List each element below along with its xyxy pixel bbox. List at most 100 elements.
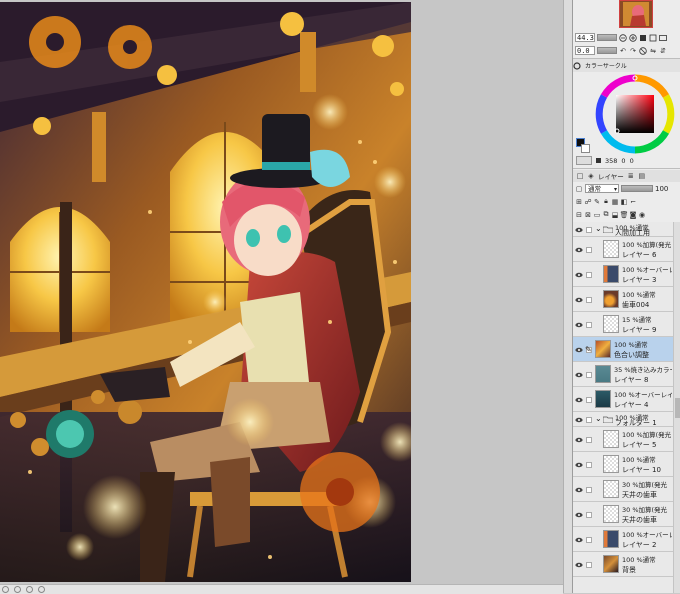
layer-mask-add-icon[interactable]: ◙ bbox=[629, 211, 637, 219]
color-wheel[interactable] bbox=[591, 74, 679, 154]
color-swatches[interactable] bbox=[576, 138, 590, 158]
ruler-icon[interactable]: ⌐ bbox=[629, 198, 637, 206]
layer-row[interactable]: ✎ 100 %通常 色合い調整 bbox=[573, 337, 673, 362]
layer-row[interactable]: 30 %加算(発光 天井の歯車 bbox=[573, 477, 673, 502]
layer-list-scroll-thumb[interactable] bbox=[675, 398, 680, 418]
layer-lock-toggle[interactable] bbox=[586, 486, 592, 493]
opacity-value[interactable]: 100 bbox=[655, 185, 668, 193]
visibility-eye-icon[interactable] bbox=[575, 227, 583, 233]
visibility-eye-icon[interactable] bbox=[575, 462, 583, 468]
layer-row[interactable]: 100 %オーバーレ レイヤー 3 bbox=[573, 262, 673, 287]
layer-lock-toggle[interactable] bbox=[586, 511, 592, 518]
layer-lock-toggle[interactable] bbox=[586, 416, 592, 423]
layer-row[interactable]: 100 %加算(発光 レイヤー 5 bbox=[573, 427, 673, 452]
clip-icon[interactable]: ⊞ bbox=[575, 198, 583, 206]
new-vector-layer-icon[interactable]: ⊠ bbox=[584, 211, 592, 219]
layer-lock-toggle[interactable] bbox=[586, 246, 592, 253]
visibility-eye-icon[interactable] bbox=[575, 347, 583, 353]
layer-property-tab-icon[interactable]: □ bbox=[576, 172, 584, 180]
rotate-cw-icon[interactable]: ↷ bbox=[629, 47, 637, 55]
sub-color-swatch[interactable] bbox=[581, 144, 590, 153]
color-circle-tab-label[interactable]: カラーサークル bbox=[585, 61, 627, 70]
color-panel-header[interactable]: カラーサークル bbox=[573, 59, 680, 72]
new-raster-layer-icon[interactable]: ⊟ bbox=[575, 211, 583, 219]
navigator-thumbnail[interactable] bbox=[619, 0, 653, 28]
flip-horizontal-icon[interactable]: ⇋ bbox=[649, 47, 657, 55]
layer-row[interactable]: 30 %加算(発光 天井の歯車 bbox=[573, 502, 673, 527]
mask-icon[interactable]: ◧ bbox=[620, 198, 628, 206]
layer-lock-toggle[interactable] bbox=[586, 536, 592, 543]
folder-expand-icon[interactable]: ⌄ bbox=[595, 224, 602, 233]
visibility-eye-icon[interactable] bbox=[575, 397, 583, 403]
reference-icon[interactable]: ☍ bbox=[584, 198, 592, 206]
layer-row[interactable]: 100 %通常 歯車004 bbox=[573, 287, 673, 312]
zoom-in-icon[interactable] bbox=[629, 33, 637, 42]
layer-lock-toggle[interactable] bbox=[586, 461, 592, 468]
layer-search-tab-icon[interactable]: ≣ bbox=[627, 172, 635, 180]
layer-row[interactable]: 100 %オーバーレイ レイヤー 4 bbox=[573, 387, 673, 412]
actual-size-icon[interactable] bbox=[639, 34, 647, 42]
delete-layer-icon[interactable]: 🗑︎ bbox=[620, 211, 629, 219]
layer-lock-toggle[interactable] bbox=[586, 296, 592, 303]
reset-rotation-icon[interactable] bbox=[639, 46, 647, 55]
reset-view-icon[interactable] bbox=[14, 586, 21, 593]
layer-tab-icon[interactable]: ◈ bbox=[587, 172, 595, 180]
zoom-out-icon[interactable] bbox=[619, 33, 627, 42]
folder-expand-icon[interactable]: ⌄ bbox=[595, 414, 602, 423]
layer-row[interactable]: 35 %焼き込みカラー レイヤー 8 bbox=[573, 362, 673, 387]
visibility-eye-icon[interactable] bbox=[575, 437, 583, 443]
rotate-slider[interactable] bbox=[597, 47, 617, 54]
merge-down-icon[interactable]: ⬓ bbox=[611, 211, 619, 219]
visibility-eye-icon[interactable] bbox=[575, 247, 583, 253]
rotate-right-icon[interactable] bbox=[26, 586, 33, 593]
blend-mode-select[interactable]: 通常 ▾ bbox=[585, 184, 619, 193]
fit-screen-icon[interactable] bbox=[659, 34, 667, 42]
apply-mask-icon[interactable]: ◉ bbox=[638, 211, 646, 219]
vertical-scrollbar[interactable] bbox=[563, 0, 572, 593]
zoom-slider[interactable] bbox=[597, 34, 617, 41]
visibility-eye-icon[interactable] bbox=[575, 562, 583, 568]
flip-vertical-icon[interactable]: ⇵ bbox=[659, 47, 667, 55]
artwork-canvas[interactable] bbox=[0, 2, 411, 582]
layer-list-scrollbar[interactable] bbox=[673, 222, 680, 593]
visibility-eye-icon[interactable] bbox=[575, 272, 583, 278]
visibility-eye-icon[interactable] bbox=[575, 372, 583, 378]
layer-row[interactable]: 100 %通常 レイヤー 10 bbox=[573, 452, 673, 477]
rotate-left-icon[interactable] bbox=[2, 586, 9, 593]
draft-icon[interactable]: ✎ bbox=[593, 198, 601, 206]
layer-row[interactable]: 100 %オーバーレ レイヤー 2 bbox=[573, 527, 673, 552]
layer-lock-toggle[interactable] bbox=[586, 226, 592, 233]
opacity-slider[interactable] bbox=[621, 185, 653, 192]
layer-tab-label[interactable]: レイヤー bbox=[598, 171, 624, 181]
visibility-eye-icon[interactable] bbox=[575, 487, 583, 493]
layer-color-icon[interactable]: ▢ bbox=[575, 185, 583, 193]
zoom-input[interactable]: 44.3 bbox=[575, 33, 595, 42]
zoom-icon[interactable] bbox=[38, 586, 45, 593]
layer-folder-row[interactable]: ⌄ 100 %通常 フォルダー 1 bbox=[573, 412, 673, 427]
fit-icon[interactable] bbox=[649, 34, 657, 42]
layer-row[interactable]: 15 %通常 レイヤー 9 bbox=[573, 312, 673, 337]
visibility-eye-icon[interactable] bbox=[575, 297, 583, 303]
visibility-eye-icon[interactable] bbox=[575, 322, 583, 328]
layer-lock-toggle[interactable] bbox=[586, 271, 592, 278]
lock-icon[interactable]: 🔒︎ bbox=[602, 197, 610, 206]
rotate-ccw-icon[interactable]: ↶ bbox=[619, 47, 627, 55]
new-folder-icon[interactable]: ▭ bbox=[593, 211, 601, 219]
animation-tab-icon[interactable]: ▤ bbox=[638, 172, 646, 180]
layer-row[interactable]: 100 %通常 背景 bbox=[573, 552, 673, 577]
layer-lock-toggle[interactable] bbox=[586, 561, 592, 568]
color-circle-tab-icon[interactable] bbox=[573, 61, 581, 70]
layer-row[interactable]: 100 %加算(発光 レイヤー 6 bbox=[573, 237, 673, 262]
layer-folder-row[interactable]: ⌄ 100 %通常 人間加工用 bbox=[573, 222, 673, 237]
canvas-area[interactable] bbox=[0, 0, 563, 584]
layer-lock-toggle[interactable] bbox=[586, 371, 592, 378]
rotate-input[interactable]: 0.0 bbox=[575, 46, 595, 55]
visibility-eye-icon[interactable] bbox=[575, 537, 583, 543]
visibility-eye-icon[interactable] bbox=[575, 512, 583, 518]
layer-lock-toggle[interactable] bbox=[586, 436, 592, 443]
layer-lock-toggle[interactable] bbox=[586, 321, 592, 328]
visibility-eye-icon[interactable] bbox=[575, 417, 583, 423]
layer-lock-toggle[interactable] bbox=[586, 396, 592, 403]
copy-layer-icon[interactable]: ⧉ bbox=[602, 210, 610, 219]
color-mode-icon[interactable] bbox=[576, 156, 592, 165]
